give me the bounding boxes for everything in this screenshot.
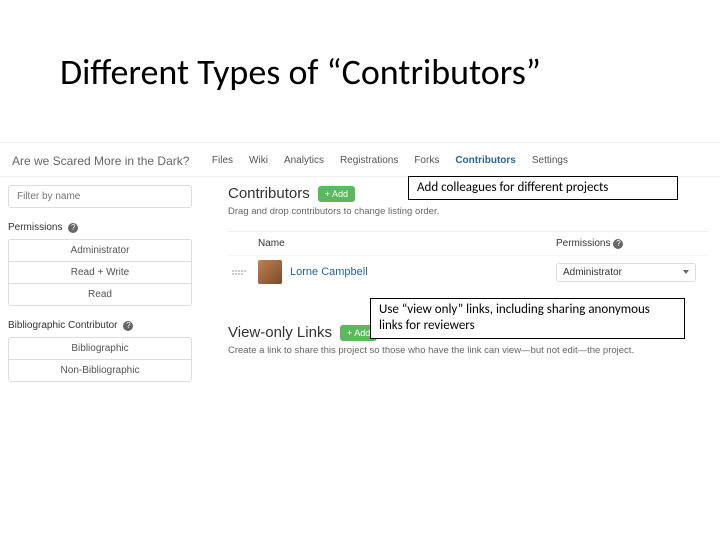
tab-forks[interactable]: Forks (414, 153, 439, 168)
tab-files[interactable]: Files (212, 153, 233, 168)
contributors-hint: Drag and drop contributors to change lis… (228, 206, 708, 217)
biblio-filter-label: Bibliographic Contributor (8, 320, 118, 331)
callout-view-only: Use “view only” links, including sharing… (370, 298, 685, 339)
col-header-permissions: Permissions ? (556, 238, 706, 249)
view-only-heading: View-only Links (228, 324, 332, 341)
callout-add-colleagues: Add colleagues for different projects (408, 176, 678, 200)
biblio-filter-header: Bibliographic Contributor ? (8, 316, 192, 335)
col-header-permissions-label: Permissions (556, 238, 610, 249)
avatar (258, 260, 282, 284)
filter-name-input[interactable] (8, 185, 192, 208)
tab-contributors[interactable]: Contributors (455, 153, 516, 168)
permission-select[interactable]: Administrator (556, 263, 696, 282)
main-content: Contributors + Add Drag and drop contrib… (200, 177, 720, 400)
biblio-option-bibliographic[interactable]: Bibliographic (8, 337, 192, 360)
permissions-filter: Administrator Read + Write Read (8, 239, 192, 306)
help-icon[interactable]: ? (613, 239, 623, 249)
help-icon[interactable]: ? (123, 321, 133, 331)
help-icon[interactable]: ? (68, 223, 78, 233)
biblio-option-nonbibliographic[interactable]: Non-Bibliographic (8, 360, 192, 382)
tab-settings[interactable]: Settings (532, 153, 568, 168)
slide-title: Different Types of “Contributors” (0, 50, 720, 94)
project-topbar: Are we Scared More in the Dark? Files Wi… (0, 143, 720, 177)
perm-option-administrator[interactable]: Administrator (8, 239, 192, 262)
biblio-filter: Bibliographic Non-Bibliographic (8, 337, 192, 382)
permissions-filter-label: Permissions (8, 222, 62, 233)
view-only-hint: Create a link to share this project so t… (228, 345, 708, 356)
tab-wiki[interactable]: Wiki (249, 153, 268, 168)
perm-option-read[interactable]: Read (8, 284, 192, 306)
contributor-name-link[interactable]: Lorne Campbell (290, 266, 368, 278)
tab-analytics[interactable]: Analytics (284, 153, 324, 168)
permissions-filter-header: Permissions ? (8, 218, 192, 237)
add-contributor-button[interactable]: + Add (318, 186, 355, 202)
table-row: Lorne Campbell Administrator (228, 255, 708, 288)
tab-registrations[interactable]: Registrations (340, 153, 398, 168)
contributors-heading: Contributors (228, 185, 310, 202)
contributors-table: Name Permissions ? (228, 231, 708, 288)
col-header-name: Name (258, 238, 556, 249)
nav-tabs: Files Wiki Analytics Registrations Forks… (212, 153, 708, 168)
project-title: Are we Scared More in the Dark? (12, 154, 189, 168)
sidebar: Permissions ? Administrator Read + Write… (0, 177, 200, 400)
perm-option-readwrite[interactable]: Read + Write (8, 262, 192, 284)
drag-handle-icon[interactable] (230, 260, 248, 284)
